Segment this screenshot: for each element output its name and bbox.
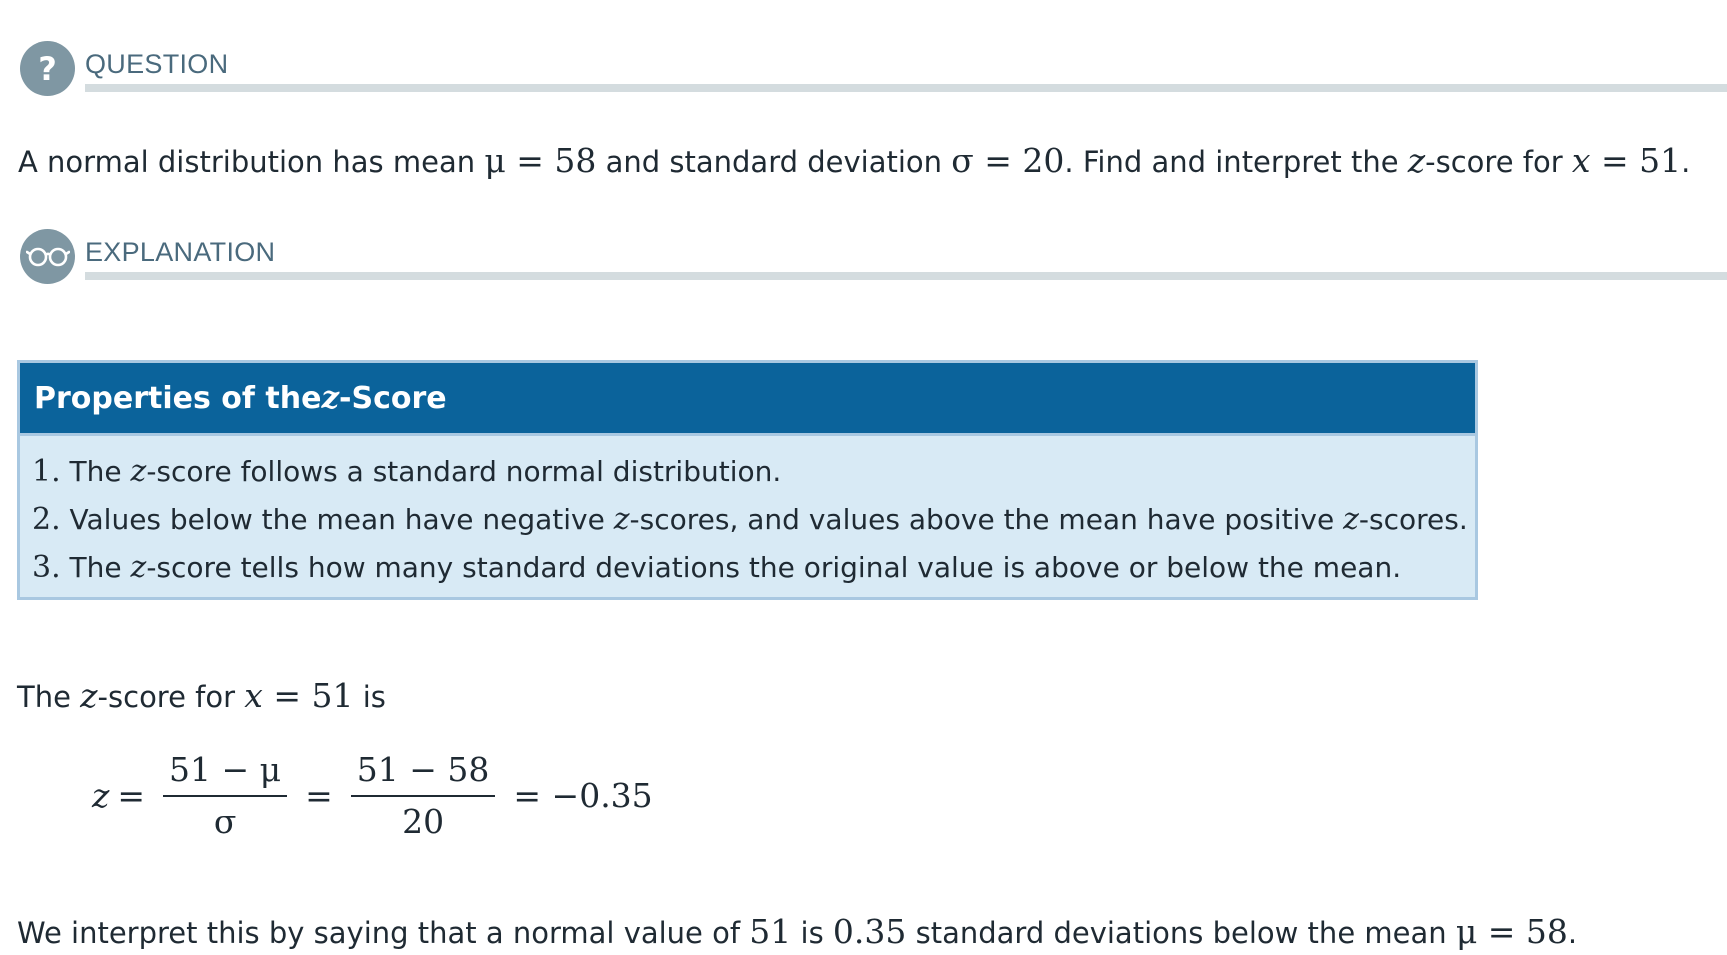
question-text-part: -score for — [1425, 145, 1572, 179]
interpretation-part: We interpret this by saying that a norma… — [17, 916, 750, 950]
property-text: -scores, and values above the mean have … — [629, 503, 1344, 536]
equation-result: = −0.35 — [513, 776, 653, 815]
property-text: -score follows a standard normal distrib… — [146, 455, 782, 488]
std-dev-value: σ = 20 — [951, 141, 1065, 180]
glasses-icon — [20, 229, 75, 284]
question-text: A normal distribution has mean μ = 58 an… — [18, 141, 1690, 182]
fraction-denominator: σ — [213, 801, 237, 841]
fraction-numerator: 51 − μ — [169, 749, 282, 789]
interpretation-text: We interpret this by saying that a norma… — [17, 912, 1577, 953]
equals-sign: = — [117, 776, 146, 815]
intro-text-part: The — [17, 680, 81, 714]
x-value: = 51 — [1590, 141, 1682, 180]
mean-value: μ = 58 — [484, 141, 597, 180]
zscore-equation: z = 51 − μ σ = 51 − 58 20 = −0.35 — [92, 748, 661, 843]
fraction-formula: 51 − μ σ — [163, 749, 288, 843]
x-value: 51 — [749, 912, 792, 951]
question-text-part: . Find and interpret the — [1064, 145, 1408, 179]
property-text: The — [60, 551, 131, 584]
z-symbol: z — [321, 380, 340, 416]
property-number: 2. — [32, 502, 61, 537]
z-symbol: z — [1343, 502, 1359, 537]
property-item: 3. The z-score tells how many standard d… — [32, 544, 1463, 592]
interpretation-part: is — [791, 916, 833, 950]
question-mark-icon: ? — [20, 41, 75, 96]
x-symbol: x — [244, 676, 263, 715]
property-text: Values below the mean have negative — [60, 503, 614, 536]
property-number: 3. — [32, 550, 61, 585]
z-symbol: z — [613, 502, 630, 537]
x-value: = 51 — [262, 676, 354, 715]
z-symbol: z — [130, 550, 147, 585]
fraction-substituted: 51 − 58 20 — [350, 749, 496, 843]
explanation-header: EXPLANATION — [20, 229, 1727, 285]
explanation-header-rule — [85, 272, 1727, 280]
properties-list: 1. The z-score follows a standard normal… — [20, 436, 1475, 592]
property-item: 1. The z-score follows a standard normal… — [32, 448, 1463, 496]
equation-lhs: z — [92, 776, 110, 815]
z-symbol: z — [130, 454, 147, 489]
fraction-denominator: 20 — [402, 801, 445, 841]
interpretation-part: standard deviations below the mean — [906, 916, 1456, 950]
fraction-numerator: 51 − 58 — [356, 749, 490, 789]
z-symbol: z — [80, 676, 98, 715]
property-text: The — [60, 455, 131, 488]
intro-text-part: -score for — [97, 680, 245, 714]
question-header-rule — [85, 84, 1727, 92]
z-symbol: z — [1407, 141, 1426, 180]
property-number: 1. — [32, 454, 61, 489]
property-item: 2. Values below the mean have negative z… — [32, 496, 1468, 544]
x-symbol: x — [1571, 141, 1591, 180]
properties-title-text: Properties of the — [34, 380, 322, 416]
zscore-value: 0.35 — [832, 912, 907, 951]
property-text: -score tells how many standard deviation… — [146, 551, 1402, 584]
zscore-intro: The z-score for x = 51 is — [17, 676, 386, 717]
question-header-label: QUESTION — [85, 49, 229, 79]
explanation-header-label: EXPLANATION — [85, 237, 276, 267]
properties-box: Properties of the z -Score 1. The z-score… — [17, 360, 1478, 600]
question-text-part: . — [1681, 145, 1691, 179]
property-text: -scores. — [1358, 503, 1468, 536]
question-header: ? QUESTION — [20, 41, 1727, 97]
mean-value: μ = 58 — [1455, 912, 1568, 951]
question-text-part: and standard deviation — [596, 145, 952, 179]
properties-box-title: Properties of the z -Score — [20, 363, 1475, 436]
intro-text-part: is — [353, 680, 386, 714]
properties-title-text: -Score — [339, 380, 447, 416]
equals-sign: = — [305, 776, 333, 815]
interpretation-part: . — [1567, 916, 1578, 950]
question-text-part: A normal distribution has mean — [18, 145, 485, 179]
